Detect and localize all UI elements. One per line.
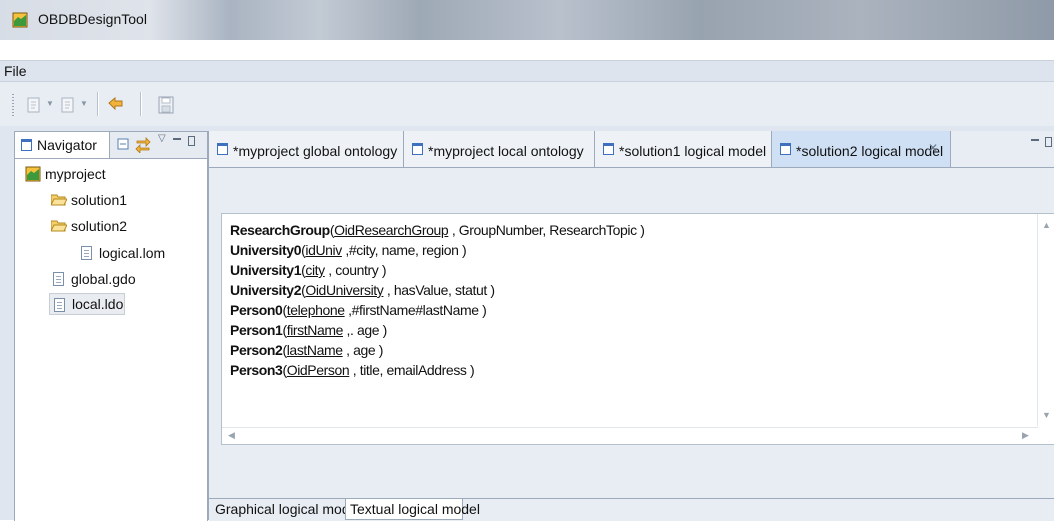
- tree-label: solution1: [71, 192, 128, 208]
- model-line: Person2(lastName , age ): [230, 342, 384, 358]
- tab-navigator[interactable]: Navigator: [15, 132, 110, 158]
- model-line: University1(city , country ): [230, 262, 387, 278]
- maximize-icon[interactable]: [188, 136, 195, 146]
- menu-file[interactable]: File: [4, 63, 27, 79]
- view-icon: [21, 139, 32, 151]
- model-line: Person3(OidPerson , title, emailAddress …: [230, 362, 475, 378]
- tree-label: solution2: [71, 218, 128, 234]
- model-line: Person0(telephone ,#firstName#lastName ): [230, 302, 487, 318]
- navigator-tabbar: Navigator ▽: [15, 132, 207, 159]
- menu-bar: File: [0, 60, 1054, 82]
- app-icon: [12, 12, 28, 28]
- view-icon: [412, 143, 423, 155]
- view-menu-icon[interactable]: ▽: [158, 133, 166, 144]
- editor-page-tabs: Graphical logical model Textual logical …: [209, 498, 1054, 521]
- model-line: University2(OidUniversity , hasValue, st…: [230, 282, 495, 298]
- navigator-panel: Navigator ▽ myproject solution1 solution…: [14, 131, 208, 521]
- toolbar-separator: [140, 92, 142, 116]
- folder-open-icon: [51, 194, 67, 206]
- model-line: Person1(firstName ,. age ): [230, 322, 387, 338]
- tab-label: Textual logical model: [350, 501, 480, 517]
- maximize-icon[interactable]: [1045, 137, 1052, 147]
- model-line: University0(idUniv ,#city, name, region …: [230, 242, 467, 258]
- import-icon[interactable]: [26, 96, 42, 114]
- editor-panel: *myproject global ontology *myproject lo…: [208, 131, 1054, 521]
- back-arrow-icon[interactable]: [106, 95, 126, 115]
- tab-label: Graphical logical model: [215, 501, 361, 517]
- tab-label: *solution1 logical model: [619, 143, 767, 159]
- tree-label: local.ldo: [72, 296, 124, 312]
- toolbar-separator: [97, 92, 99, 116]
- view-icon: [603, 143, 614, 155]
- tab-solution1-logical-model[interactable]: *solution1 logical model: [595, 131, 772, 167]
- vertical-scrollbar[interactable]: ▲ ▼: [1037, 214, 1054, 426]
- title-bar: OBDBDesignTool: [0, 0, 1054, 40]
- close-icon[interactable]: ✕: [928, 141, 938, 155]
- chevron-down-icon[interactable]: ▼: [46, 99, 54, 108]
- tab-label: *solution2 logical model: [796, 143, 944, 159]
- toolbar: ▼ ▼: [0, 82, 1054, 126]
- scroll-right-icon[interactable]: ▶: [1022, 430, 1029, 441]
- model-line: ResearchGroup(OidResearchGroup , GroupNu…: [230, 222, 645, 238]
- view-icon: [780, 143, 791, 155]
- horizontal-scrollbar[interactable]: ◀ ▶: [222, 427, 1038, 444]
- link-editor-icon[interactable]: [135, 136, 151, 153]
- tree-label: global.gdo: [71, 271, 136, 287]
- scroll-left-icon[interactable]: ◀: [228, 430, 235, 441]
- window-title: OBDBDesignTool: [38, 11, 147, 27]
- folder-open-icon: [51, 220, 67, 232]
- tree-label: logical.lom: [99, 245, 166, 261]
- minimize-icon[interactable]: [1031, 139, 1039, 141]
- tab-label: *myproject local ontology: [428, 143, 584, 159]
- save-icon[interactable]: [158, 96, 174, 114]
- collapse-all-icon[interactable]: [117, 138, 130, 151]
- tab-label: *myproject global ontology: [233, 143, 398, 159]
- scroll-down-icon[interactable]: ▼: [1042, 410, 1051, 420]
- scroll-up-icon[interactable]: ▲: [1042, 220, 1051, 230]
- minimize-icon[interactable]: [173, 138, 181, 140]
- textual-logical-model-text[interactable]: ResearchGroup(OidResearchGroup , GroupNu…: [221, 213, 1054, 445]
- tab-graphical-logical-model[interactable]: Graphical logical model: [211, 499, 361, 520]
- editor-tabbar: *myproject global ontology *myproject lo…: [209, 131, 1054, 168]
- tab-navigator-label: Navigator: [37, 137, 97, 153]
- file-icon: [54, 298, 65, 312]
- export-icon[interactable]: [60, 96, 76, 114]
- file-icon: [53, 272, 64, 286]
- chevron-down-icon[interactable]: ▼: [80, 99, 88, 108]
- tab-solution2-logical-model[interactable]: *solution2 logical model ✕: [772, 131, 951, 167]
- tree-label: myproject: [45, 166, 106, 182]
- tab-local-ontology[interactable]: *myproject local ontology: [404, 131, 595, 167]
- view-icon: [217, 143, 228, 155]
- tab-textual-logical-model[interactable]: Textual logical model: [345, 499, 480, 520]
- tree-item-local-ldo[interactable]: local.ldo: [49, 293, 125, 315]
- toolbar-grip: [12, 94, 14, 116]
- project-icon: [25, 166, 41, 182]
- tab-global-ontology[interactable]: *myproject global ontology: [209, 131, 404, 167]
- file-icon: [81, 246, 92, 260]
- editor-content: ResearchGroup(OidResearchGroup , GroupNu…: [209, 168, 1054, 498]
